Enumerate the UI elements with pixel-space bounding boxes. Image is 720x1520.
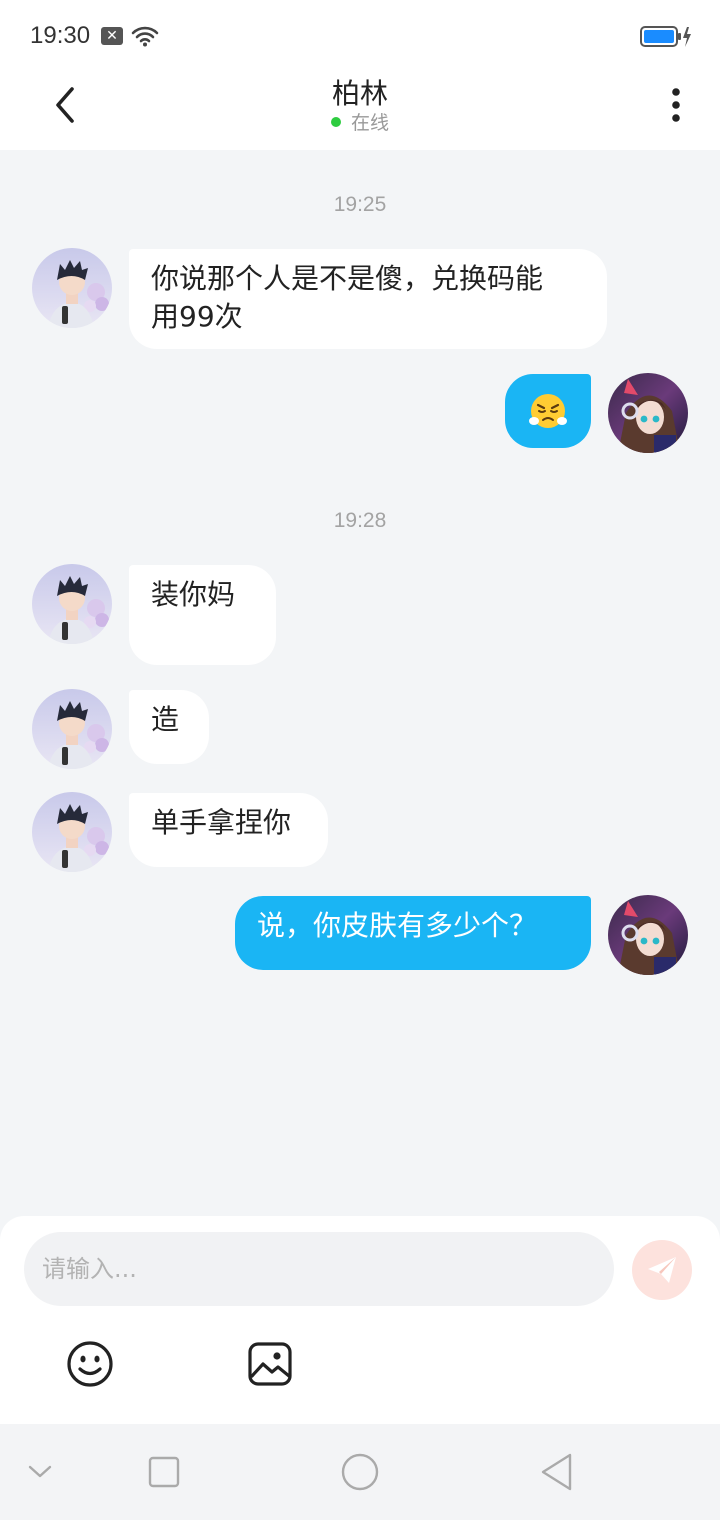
my-avatar[interactable]: [608, 895, 688, 975]
recent-apps-icon: [148, 1456, 180, 1488]
contact-avatar[interactable]: [32, 564, 112, 644]
message-text: 你说那个人是不是傻，兑换码能 用99次: [151, 262, 544, 333]
home-button[interactable]: [340, 1452, 380, 1492]
my-avatar[interactable]: [608, 373, 688, 453]
battery-charging-icon: [640, 25, 692, 53]
message-bubble-self[interactable]: 说，你皮肤有多少个？: [235, 896, 591, 970]
contact-avatar[interactable]: [32, 792, 112, 872]
timestamp: 19:28: [333, 509, 387, 532]
online-dot-icon: [330, 116, 341, 127]
recent-apps-button[interactable]: [144, 1452, 184, 1492]
system-nav-bar: [0, 1424, 720, 1520]
message-bubble[interactable]: 你说那个人是不是傻，兑换码能 用99次: [129, 249, 607, 349]
status-time: 19:30: [30, 22, 91, 49]
back-triangle-icon: [541, 1453, 572, 1491]
home-icon: [341, 1453, 379, 1491]
message-bubble[interactable]: 造: [129, 690, 209, 764]
send-button[interactable]: [632, 1240, 692, 1300]
contact-name: 柏林: [331, 77, 388, 110]
hide-keyboard-button[interactable]: [20, 1452, 60, 1492]
back-nav-button[interactable]: [536, 1452, 576, 1492]
message-input[interactable]: [24, 1232, 614, 1306]
message-text: 说，你皮肤有多少个？: [257, 909, 538, 942]
message-bubble[interactable]: 单手拿捏你: [129, 793, 328, 867]
message-bubble-self[interactable]: [505, 374, 591, 448]
status-bar: 19:30 ✕: [0, 0, 720, 72]
message-text: 单手拿捏你: [151, 806, 292, 839]
more-vertical-icon: [672, 88, 680, 122]
wifi-icon: [131, 25, 159, 51]
input-panel: [0, 1216, 720, 1424]
message-text: 装你妈: [151, 578, 236, 611]
contact-avatar[interactable]: [32, 248, 112, 328]
message-text: 造: [151, 703, 180, 736]
emoji-button[interactable]: [64, 1338, 116, 1390]
image-icon: [248, 1342, 292, 1386]
send-icon: [648, 1257, 676, 1283]
image-button[interactable]: [244, 1338, 296, 1390]
huffing-face-icon: [529, 394, 567, 428]
contact-status: 在线: [0, 108, 720, 135]
contact-avatar[interactable]: [32, 689, 112, 769]
more-options-button[interactable]: [656, 80, 696, 130]
chat-header: 柏林 在线: [0, 72, 720, 150]
message-bubble[interactable]: 装你妈: [129, 565, 276, 665]
chevron-down-icon: [28, 1465, 52, 1478]
close-notification-icon: ✕: [101, 27, 123, 45]
status-text: 在线: [350, 112, 389, 134]
timestamp: 19:25: [333, 193, 387, 216]
emoji-icon: [67, 1341, 113, 1387]
